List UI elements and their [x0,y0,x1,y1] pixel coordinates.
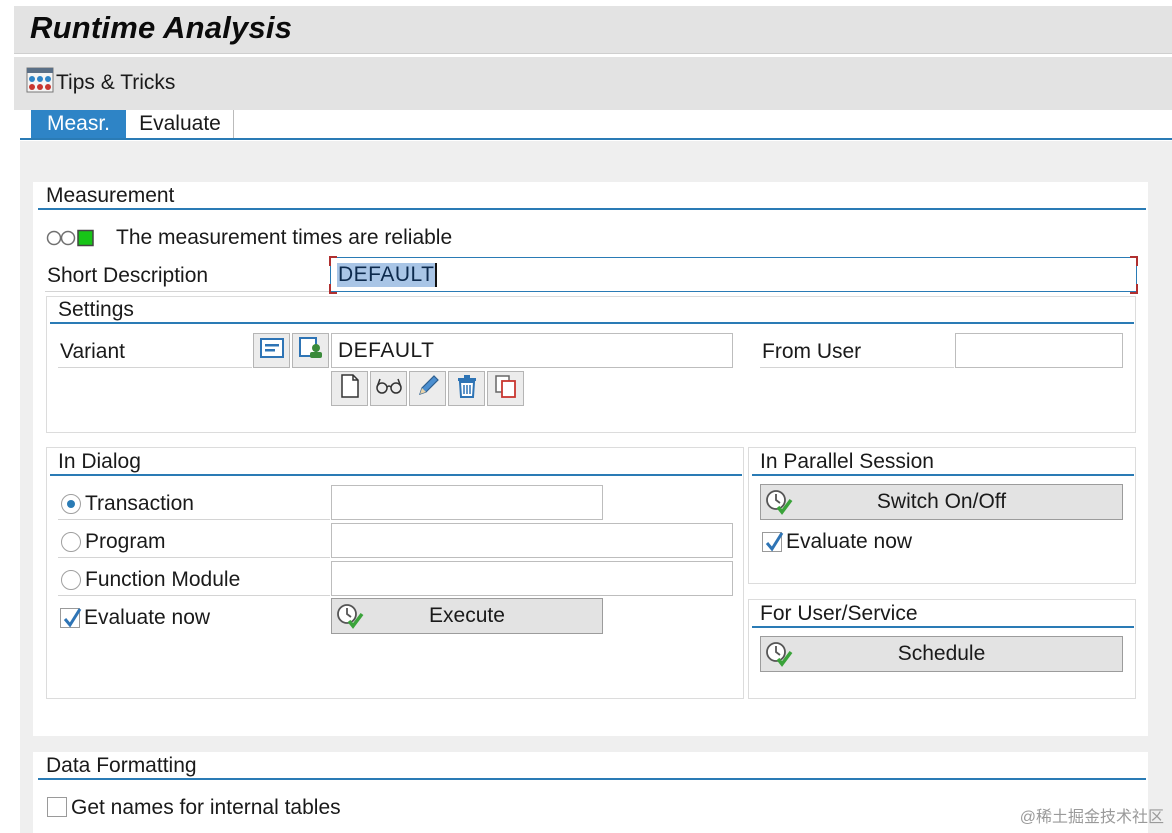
settings-divider [50,322,1134,324]
from-user-input[interactable] [955,333,1123,368]
function-module-label: Function Module [85,568,241,591]
in-dialog-section-title: In Dialog [58,450,141,473]
data-formatting-panel [33,752,1148,833]
program-radio[interactable] [61,532,81,552]
tab-evaluate[interactable]: Evaluate [127,110,234,138]
trash-icon [454,373,480,404]
data-formatting-divider [38,778,1146,780]
clock-check-icon [764,488,794,522]
program-input[interactable] [331,523,733,558]
new-document-icon [339,373,361,404]
dialog-evaluate-now-label: Evaluate now [84,606,211,629]
glasses-icon [374,376,404,401]
short-description-input[interactable]: DEFAULT [330,257,1137,292]
settings-section-title: Settings [58,298,134,321]
watermark: @稀土掘金技术社区 [1019,809,1164,826]
measurement-section-title: Measurement [46,184,175,207]
function-module-radio[interactable] [61,570,81,590]
tips-tricks-icon [26,67,54,99]
from-user-label: From User [762,340,862,363]
parallel-session-divider [752,474,1134,476]
measurement-status-text: The measurement times are reliable [116,226,453,249]
variant-user-icon [298,336,324,365]
application-toolbar [14,57,1172,110]
copy-icon [493,373,519,404]
copy-variant-button[interactable] [487,371,524,406]
user-service-divider [752,626,1134,628]
switch-on-off-button[interactable]: Switch On/Off [760,484,1123,520]
parallel-evaluate-now-label: Evaluate now [786,530,913,553]
schedule-button[interactable]: Schedule [760,636,1123,672]
data-formatting-section-title: Data Formatting [46,754,197,777]
parallel-evaluate-now-checkbox[interactable] [762,532,784,552]
measurement-divider [38,208,1146,210]
variant-input[interactable]: DEFAULT [331,333,733,368]
variant-display-icon [259,337,285,364]
schedule-label: Schedule [897,642,986,665]
program-label: Program [85,530,166,553]
tips-tricks-button[interactable]: Tips & Tricks [26,67,176,99]
function-module-input[interactable] [331,561,733,596]
pencil-icon [415,373,441,404]
variant-user-button[interactable] [292,333,329,368]
tips-tricks-label: Tips & Tricks [56,71,176,94]
transaction-input[interactable] [331,485,603,520]
short-description-value: DEFAULT [337,262,438,287]
transaction-label: Transaction [85,492,194,515]
checkmark-icon [765,532,784,552]
transaction-radio[interactable] [61,494,81,514]
variant-value: DEFAULT [338,338,435,362]
user-service-section-title: For User/Service [760,602,918,625]
switch-on-off-label: Switch On/Off [876,490,1007,513]
tab-measr[interactable]: Measr. [31,110,126,138]
variant-label: Variant [60,340,125,363]
variant-display-button[interactable] [253,333,290,368]
short-description-label: Short Description [47,264,209,287]
execute-button[interactable]: Execute [331,598,603,634]
dialog-evaluate-now-checkbox[interactable] [60,608,82,628]
parallel-session-section-title: In Parallel Session [760,450,934,473]
internal-tables-label: Get names for internal tables [71,796,341,819]
page-title: Runtime Analysis [30,10,293,45]
clock-check-icon [335,602,365,636]
clock-check-icon [764,640,794,674]
internal-tables-checkbox[interactable] [47,797,67,817]
traffic-light-icon [46,228,96,253]
delete-variant-button[interactable] [448,371,485,406]
display-variant-button[interactable] [370,371,407,406]
new-variant-button[interactable] [331,371,368,406]
edit-variant-button[interactable] [409,371,446,406]
execute-label: Execute [429,604,505,627]
checkmark-icon [63,608,82,628]
in-dialog-divider [50,474,742,476]
